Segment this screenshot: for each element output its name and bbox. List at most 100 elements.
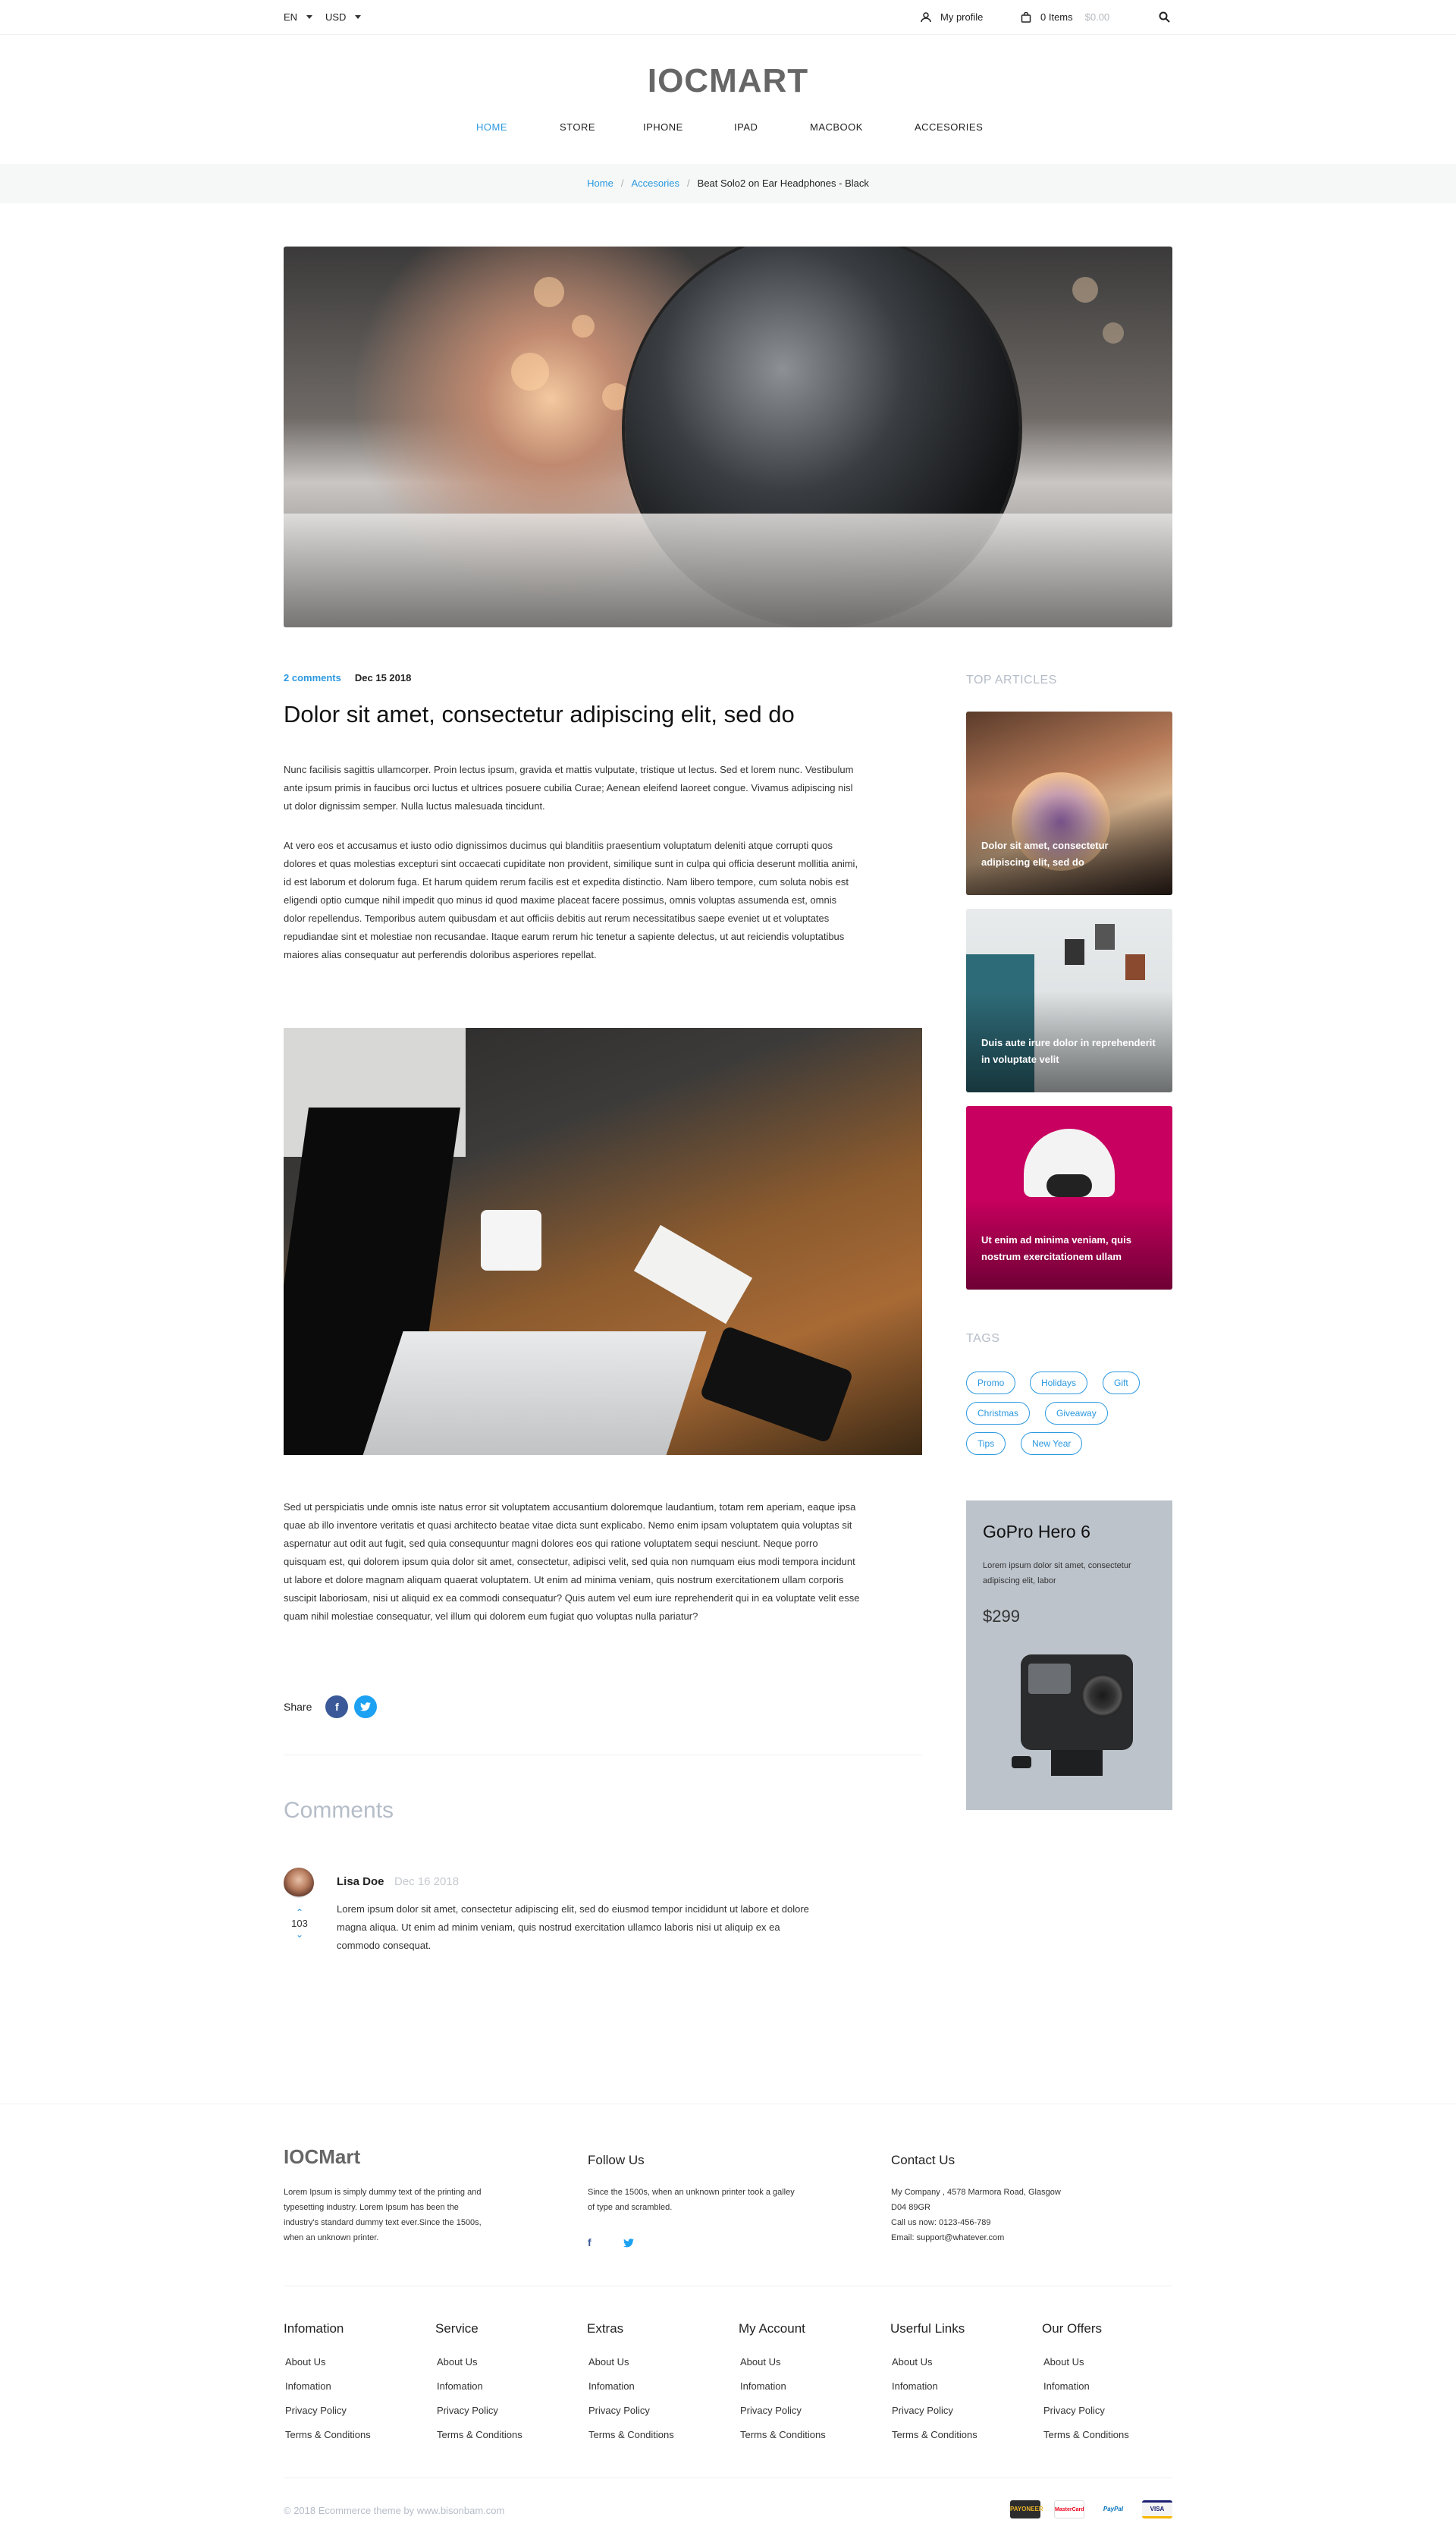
page: EN USD My profile 0 Items $0.00 IOCMART …: [0, 0, 1456, 2542]
footer-link[interactable]: Terms & Conditions: [740, 2429, 826, 2440]
footer-link[interactable]: Infomation: [285, 2380, 331, 2392]
twitter-link[interactable]: [623, 2238, 634, 2251]
tag-giveaway[interactable]: Giveaway: [1045, 1402, 1108, 1425]
contact-line: Email: support@whatever.com: [891, 2233, 1005, 2242]
footer-link[interactable]: Infomation: [892, 2380, 938, 2392]
visa-icon: VISA: [1142, 2500, 1172, 2518]
promo-banner[interactable]: GoPro Hero 6 Lorem ipsum dolor sit amet,…: [966, 1500, 1172, 1810]
footer-logo[interactable]: IOCMart: [284, 2145, 360, 2169]
follow-heading: Follow Us: [588, 2153, 645, 2167]
footer-column-heading: Service: [435, 2321, 479, 2336]
mastercard-icon: MasterCard: [1054, 2500, 1084, 2518]
language-value: EN: [284, 11, 298, 23]
footer-link[interactable]: Infomation: [588, 2380, 635, 2392]
chevron-down-icon: [306, 15, 313, 19]
cart-link[interactable]: 0 Items $0.00: [1021, 11, 1109, 23]
site-logo[interactable]: IOCMART: [0, 62, 1456, 100]
top-article-card[interactable]: Duis aute irure dolor in reprehenderit i…: [966, 909, 1172, 1092]
footer-link[interactable]: Privacy Policy: [892, 2405, 953, 2416]
footer-brand-text: Lorem Ipsum is simply dummy text of the …: [284, 2188, 482, 2242]
twitter-share-button[interactable]: [354, 1695, 378, 1718]
article-date: Dec 15 2018: [354, 672, 412, 683]
nav-home[interactable]: HOME: [476, 121, 507, 133]
article-paragraph: Nunc facilisis sagittis ullamcorper. Pro…: [284, 764, 854, 812]
share-label: Share: [284, 1701, 312, 1713]
contact-heading: Contact Us: [891, 2153, 956, 2167]
top-bar: EN USD My profile 0 Items $0.00: [0, 0, 1456, 35]
twitter-icon: [623, 2239, 634, 2248]
footer-link[interactable]: Terms & Conditions: [285, 2429, 371, 2440]
upvote-icon[interactable]: ⌃: [285, 1907, 314, 1918]
footer-link[interactable]: Privacy Policy: [588, 2405, 650, 2416]
tag-gift[interactable]: Gift: [1103, 1372, 1140, 1394]
vote-widget: ⌃ 103 ⌄: [285, 1907, 314, 1940]
footer-link[interactable]: Terms & Conditions: [588, 2429, 674, 2440]
footer-column-heading: Extras: [587, 2321, 624, 2336]
footer-link[interactable]: Privacy Policy: [285, 2405, 347, 2416]
footer-link[interactable]: About Us: [437, 2356, 477, 2368]
nav-iphone[interactable]: IPHONE: [643, 121, 683, 133]
promo-title: GoPro Hero 6: [983, 1522, 1090, 1541]
comment-author[interactable]: Lisa Doe: [337, 1875, 384, 1888]
top-article-caption: Dolor sit amet, consectetur adipiscing e…: [981, 840, 1109, 868]
footer-link[interactable]: Privacy Policy: [437, 2405, 498, 2416]
contact-line: D04 89GR: [891, 2203, 930, 2212]
article-meta: 2 comments Dec 15 2018: [284, 672, 411, 683]
contact-line: My Company , 4578 Marmora Road, Glasgow: [891, 2188, 1061, 2197]
language-select[interactable]: EN: [284, 11, 313, 23]
nav-accesories[interactable]: ACCESORIES: [915, 121, 983, 133]
footer-link[interactable]: About Us: [588, 2356, 629, 2368]
comment-text: Lorem ipsum dolor sit amet, consectetur …: [337, 1903, 809, 1951]
cart-label: 0 Items: [1040, 11, 1073, 23]
search-icon: [1159, 11, 1170, 23]
footer-column-heading: Userful Links: [890, 2321, 965, 2336]
tag-holidays[interactable]: Holidays: [1030, 1372, 1088, 1394]
top-article-card[interactable]: Dolor sit amet, consectetur adipiscing e…: [966, 712, 1172, 895]
top-article-card[interactable]: Ut enim ad minima veniam, quis nostrum e…: [966, 1106, 1172, 1290]
breadcrumb-category[interactable]: Accesories: [631, 178, 679, 189]
facebook-icon: f: [335, 1701, 339, 1713]
tag-new-year[interactable]: New Year: [1021, 1432, 1083, 1455]
comments-count-link[interactable]: 2 comments: [284, 672, 341, 683]
facebook-icon[interactable]: f: [588, 2236, 592, 2248]
footer-link[interactable]: About Us: [285, 2356, 325, 2368]
footer-link[interactable]: Privacy Policy: [740, 2405, 802, 2416]
search-button[interactable]: [1159, 11, 1170, 23]
footer-link[interactable]: Infomation: [1043, 2380, 1090, 2392]
footer-link[interactable]: Infomation: [437, 2380, 483, 2392]
top-articles-heading: TOP ARTICLES: [966, 674, 1057, 687]
camera-image: [1012, 1654, 1133, 1783]
breadcrumb-home[interactable]: Home: [587, 178, 613, 189]
nav-macbook[interactable]: MACBOOK: [810, 121, 863, 133]
cart-icon: [1021, 11, 1031, 23]
comments-heading: Comments: [284, 1798, 394, 1823]
tag-christmas[interactable]: Christmas: [966, 1402, 1031, 1425]
promo-description: Lorem ipsum dolor sit amet, consectetur …: [983, 1561, 1131, 1585]
tag-promo[interactable]: Promo: [966, 1372, 1016, 1394]
breadcrumb: Home / Accesories / Beat Solo2 on Ear Headph…: [0, 178, 1456, 189]
comment-date: Dec 16 2018: [394, 1875, 460, 1888]
footer-link[interactable]: About Us: [1043, 2356, 1084, 2368]
article-image-desk: [284, 1028, 922, 1455]
nav-ipad[interactable]: IPAD: [734, 121, 758, 133]
paypal-icon: PayPal: [1098, 2500, 1128, 2518]
footer-link[interactable]: Terms & Conditions: [892, 2429, 977, 2440]
facebook-share-button[interactable]: f: [325, 1695, 349, 1718]
breadcrumb-separator: /: [687, 178, 690, 189]
footer-link[interactable]: Terms & Conditions: [1043, 2429, 1129, 2440]
footer-link[interactable]: Privacy Policy: [1043, 2405, 1105, 2416]
footer-link[interactable]: About Us: [740, 2356, 780, 2368]
footer-link[interactable]: Terms & Conditions: [437, 2429, 522, 2440]
currency-select[interactable]: USD: [325, 11, 362, 23]
profile-link[interactable]: My profile: [921, 11, 983, 23]
footer-link[interactable]: Infomation: [740, 2380, 786, 2392]
breadcrumb-separator: /: [620, 178, 624, 189]
tag-tips[interactable]: Tips: [966, 1432, 1006, 1455]
user-icon: [921, 11, 931, 22]
nav-store[interactable]: STORE: [560, 121, 595, 133]
share-bar: Share f: [284, 1695, 378, 1718]
downvote-icon[interactable]: ⌄: [285, 1929, 314, 1940]
contact-line: Call us now: 0123-456-789: [891, 2218, 991, 2227]
footer-link[interactable]: About Us: [892, 2356, 932, 2368]
currency-value: USD: [325, 11, 347, 23]
